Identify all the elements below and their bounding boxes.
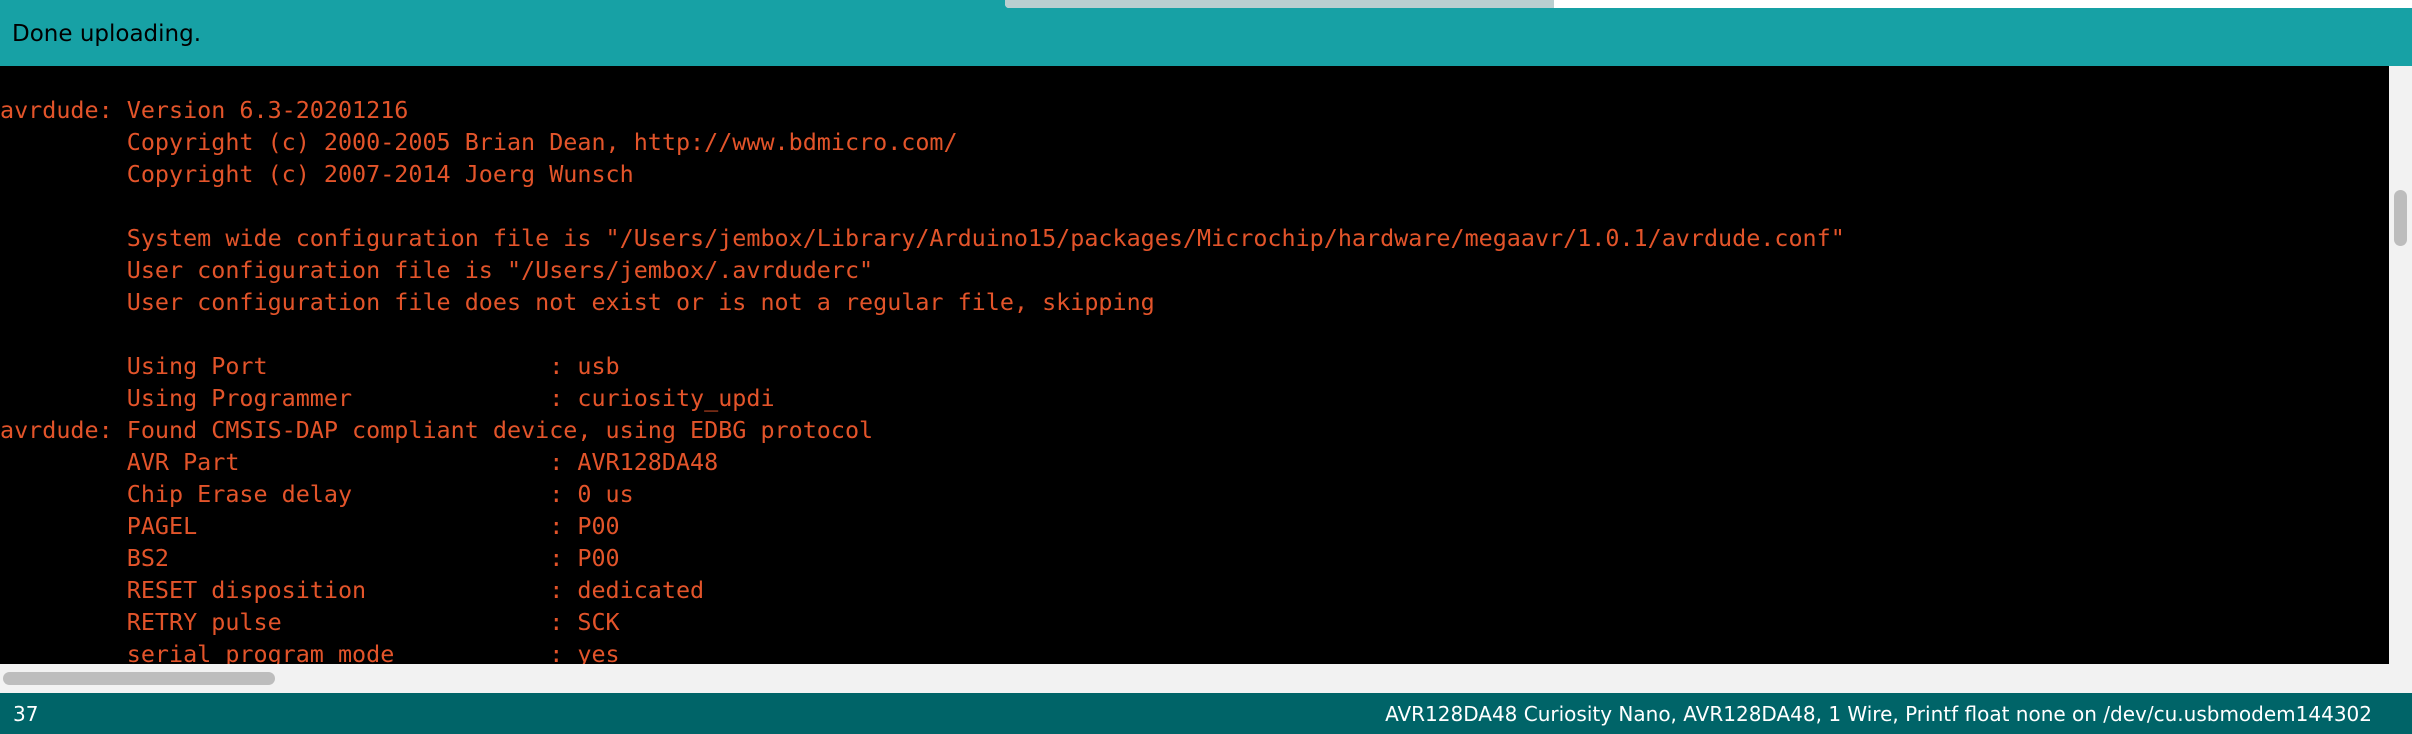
console-line: PAGEL : P00: [0, 512, 620, 540]
horizontal-scrollbar[interactable]: [0, 664, 2412, 693]
console-lines: avrdude: Version 6.3-20201216 Copyright …: [0, 94, 1845, 664]
status-message: Done uploading.: [12, 21, 202, 47]
console-line: serial program mode : yes: [0, 640, 620, 664]
upload-progress-bar: [1005, 0, 2412, 8]
console-output[interactable]: avrdude: Version 6.3-20201216 Copyright …: [0, 66, 2389, 664]
upload-progress-fill: [1005, 0, 1554, 8]
console-line: Chip Erase delay : 0 us: [0, 480, 634, 508]
console-line: Using Port : usb: [0, 352, 620, 380]
vertical-scrollbar[interactable]: [2389, 66, 2412, 664]
console-line: System wide configuration file is "/User…: [0, 224, 1845, 252]
console-line: avrdude: Version 6.3-20201216: [0, 96, 409, 124]
console-line: User configuration file does not exist o…: [0, 288, 1155, 316]
console-line: Copyright (c) 2000-2005 Brian Dean, http…: [0, 128, 958, 156]
status-bar: Done uploading.: [0, 0, 2412, 66]
console-line: Using Programmer : curiosity_updi: [0, 384, 775, 412]
console-line: Copyright (c) 2007-2014 Joerg Wunsch: [0, 160, 634, 188]
console-line: avrdude: Found CMSIS-DAP compliant devic…: [0, 416, 874, 444]
console-line: AVR Part : AVR128DA48: [0, 448, 719, 476]
console-line: BS2 : P00: [0, 544, 620, 572]
console-line: RESET disposition : dedicated: [0, 576, 705, 604]
vertical-scrollbar-thumb[interactable]: [2394, 190, 2407, 246]
console-line: User configuration file is "/Users/jembo…: [0, 256, 874, 284]
console-line: RETRY pulse : SCK: [0, 608, 620, 636]
board-info: AVR128DA48 Curiosity Nano, AVR128DA48, 1…: [1385, 702, 2372, 726]
bottom-status-bar: 37 AVR128DA48 Curiosity Nano, AVR128DA48…: [0, 693, 2412, 734]
horizontal-scrollbar-thumb[interactable]: [3, 672, 275, 685]
line-number: 37: [13, 702, 39, 726]
